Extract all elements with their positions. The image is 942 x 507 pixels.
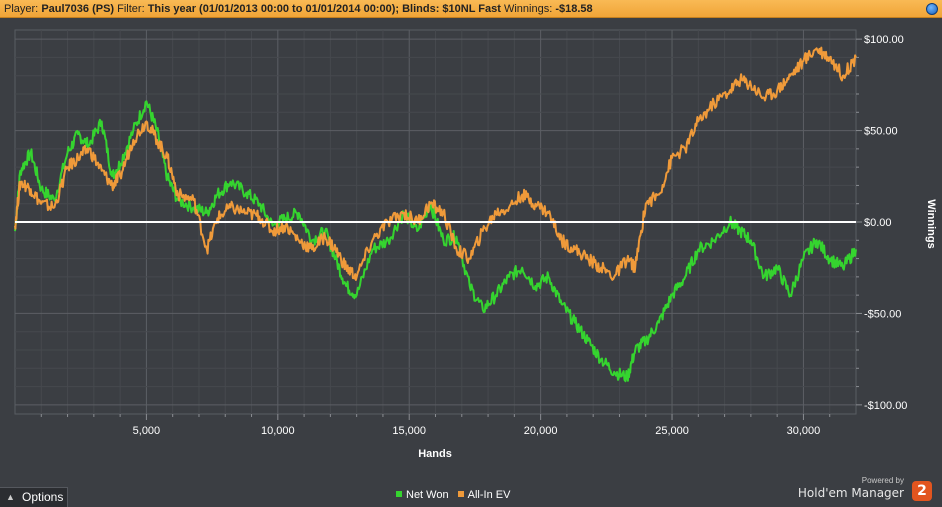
x-tick-label: 30,000 xyxy=(787,425,821,437)
powered-by-text: Powered by xyxy=(861,476,904,485)
y-tick-label: $50.00 xyxy=(864,126,898,138)
legend-label: All-In EV xyxy=(467,489,511,501)
x-tick-label: 15,000 xyxy=(392,425,426,437)
branding: Powered by Hold'em Manager 2 xyxy=(798,476,936,504)
brand-name: Hold'em Manager xyxy=(797,486,904,500)
x-tick-label: 25,000 xyxy=(655,425,689,437)
legend-label: Net Won xyxy=(406,489,449,501)
legend-swatch-orange xyxy=(457,491,464,497)
y-tick-label: -$100.00 xyxy=(864,400,907,412)
y-tick-label: -$50.00 xyxy=(864,308,901,320)
legend-item-all-in-ev[interactable]: All-In EV xyxy=(457,487,511,503)
legend-item-net-won[interactable]: Net Won xyxy=(396,487,449,503)
y-tick-label: $0.00 xyxy=(864,217,892,229)
chevron-up-icon: ▲ xyxy=(6,492,15,502)
options-label: Options xyxy=(22,490,64,504)
x-axis-title: Hands xyxy=(418,448,452,460)
y-axis-title: Winnings xyxy=(925,199,937,248)
x-tick-label: 5,000 xyxy=(133,425,161,437)
winnings-graph: 5,000 10,000 15,000 20,000 25,000 30,000 $100.… xyxy=(14,29,937,460)
legend: Net Won All-In EV xyxy=(396,487,516,503)
legend-swatch-green xyxy=(396,491,402,497)
options-button[interactable]: ▲ Options xyxy=(0,487,68,507)
y-tick-label: $100.00 xyxy=(864,34,904,46)
x-tick-label: 10,000 xyxy=(261,425,295,437)
x-tick-label: 20,000 xyxy=(524,425,558,437)
hem2-logo-icon: 2 xyxy=(912,481,932,501)
